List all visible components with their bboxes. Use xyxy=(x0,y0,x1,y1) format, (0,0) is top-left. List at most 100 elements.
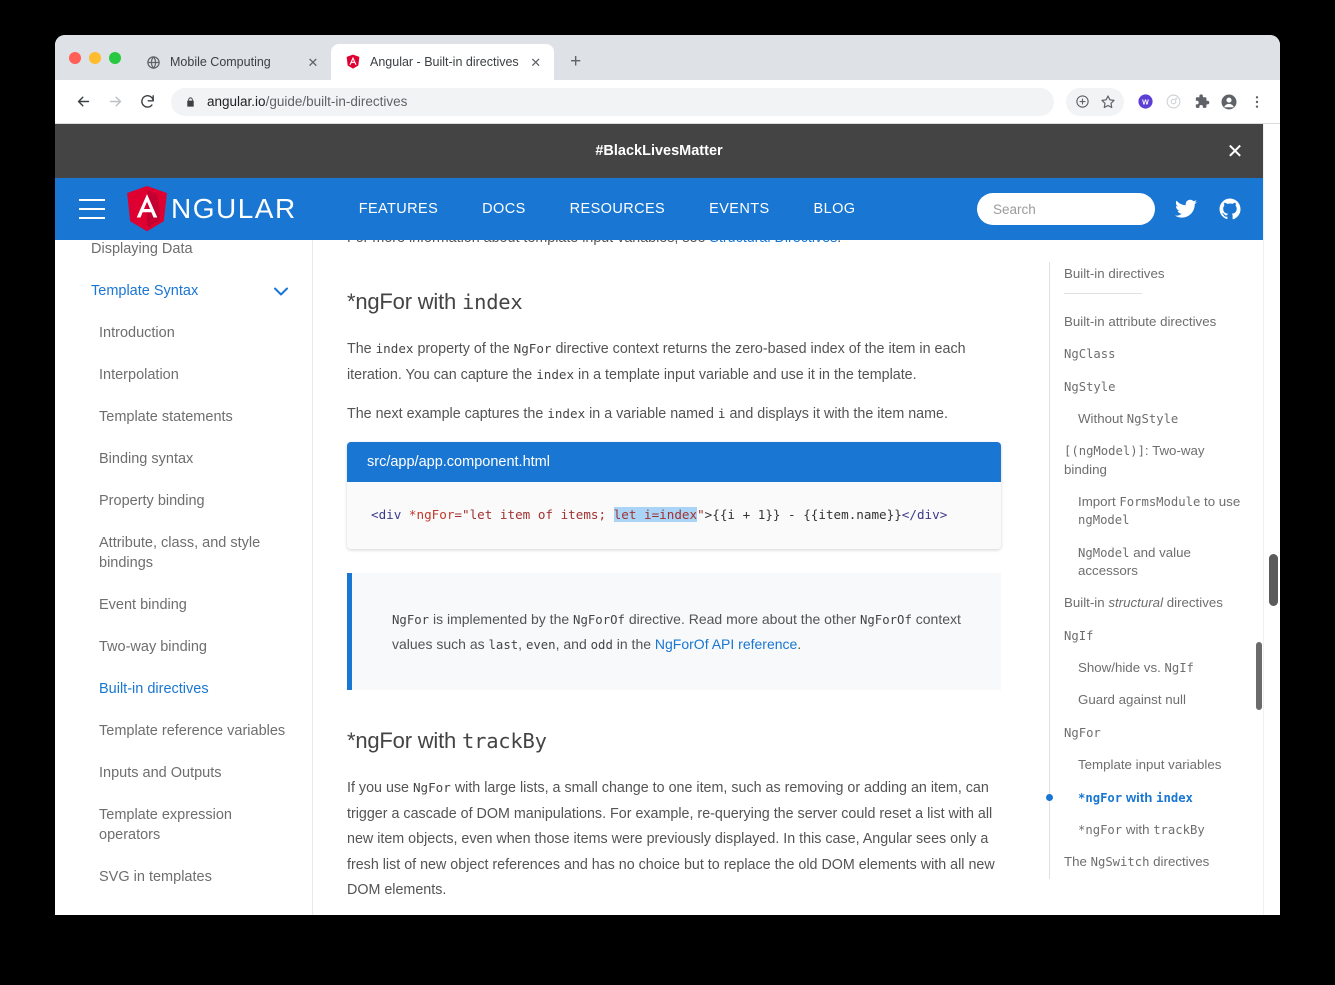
minimize-window-button[interactable] xyxy=(89,51,101,64)
table-of-contents[interactable]: Built-in directives Built-in attribute d… xyxy=(1035,240,1263,915)
nav-item-docs[interactable]: DOCS xyxy=(460,201,548,217)
sidebar-item-built-in-directives[interactable]: Built-in directives xyxy=(55,668,312,710)
inline-code: NgForOf xyxy=(573,612,625,627)
code-token: " xyxy=(697,506,705,522)
w-extension-icon[interactable]: W xyxy=(1132,89,1158,115)
maximize-window-button[interactable] xyxy=(109,51,121,64)
page-scrollbar-thumb[interactable] xyxy=(1269,554,1278,606)
inline-code: odd xyxy=(590,637,613,652)
toc-item-template-input-variables[interactable]: Template input variables xyxy=(1064,749,1251,781)
code-file-title: src/app/app.component.html xyxy=(347,441,1001,482)
text-fragment: is implemented by the xyxy=(429,610,574,627)
sidebar-item-inputs-and-outputs[interactable]: Inputs and Outputs xyxy=(55,752,312,794)
page-scrollbar[interactable] xyxy=(1263,124,1280,915)
copy-icon[interactable] xyxy=(963,494,989,520)
nav-item-resources[interactable]: RESOURCES xyxy=(548,201,687,217)
heading-prefix: *ngFor with xyxy=(347,289,462,315)
toc-item-import-formsmodule[interactable]: Import FormsModule to use ngModel xyxy=(1064,486,1251,537)
address-bar[interactable]: angular.io/guide/built-in-directives xyxy=(171,87,1054,116)
site-header: NGULAR FEATURES DOCS RESOURCES EVENTS BL… xyxy=(55,178,1263,240)
bookmark-star-icon[interactable] xyxy=(1095,89,1121,115)
code-content[interactable]: <div *ngFor="let item of items; let i=in… xyxy=(347,481,1001,549)
forward-button[interactable] xyxy=(101,88,129,116)
primary-nav: FEATURES DOCS RESOURCES EVENTS BLOG xyxy=(337,201,878,217)
banner-text: #BlackLivesMatter xyxy=(595,143,723,159)
url-path: /guide/built-in-directives xyxy=(265,94,408,109)
github-icon[interactable] xyxy=(1217,196,1243,222)
browser-tab-angular-docs[interactable]: Angular - Built-in directives ✕ xyxy=(331,44,554,80)
toc-item-show-hide-vs-ngif[interactable]: Show/hide vs. NgIf xyxy=(1064,652,1251,684)
sidebar-item-introduction[interactable]: Introduction xyxy=(55,312,312,354)
toc-item-ngfor-with-trackby[interactable]: *ngFor with trackBy xyxy=(1064,814,1251,846)
twitter-icon[interactable] xyxy=(1173,196,1199,222)
toc-item-ngif[interactable]: NgIf xyxy=(1064,620,1251,652)
clipped-paragraph: For more information about template inpu… xyxy=(347,240,1001,251)
sidebar-item-interpolation[interactable]: Interpolation xyxy=(55,354,312,396)
search-input[interactable] xyxy=(977,193,1155,225)
close-window-button[interactable] xyxy=(69,51,81,64)
page-viewport: #BlackLivesMatter ✕ NGULAR FEATURES DOCS… xyxy=(55,124,1280,915)
sidebar-item-two-way-binding[interactable]: Two-way binding xyxy=(55,626,312,668)
browser-tab-mobile-computing[interactable]: Mobile Computing ✕ xyxy=(131,44,331,80)
inline-code: NgFor xyxy=(412,780,451,796)
sidebar-item-template-statements[interactable]: Template statements xyxy=(55,396,312,438)
sidebar-item-label: Displaying Data xyxy=(91,241,193,257)
text-fragment: directive. Read more about the other xyxy=(624,610,860,627)
sidebar-item-property-binding[interactable]: Property binding xyxy=(55,480,312,522)
close-icon[interactable]: ✕ xyxy=(305,54,321,70)
sidebar-item-template-expression-operators[interactable]: Template expression operators xyxy=(55,794,312,856)
sidebar-item-template-reference-variables[interactable]: Template reference variables xyxy=(55,710,312,752)
inline-code: NgForOf xyxy=(859,612,912,627)
puzzle-extensions-icon[interactable] xyxy=(1188,89,1214,115)
new-tab-button[interactable]: + xyxy=(562,48,590,76)
text-fragment: in the xyxy=(612,635,655,652)
toc-item-ngmodel-value-accessors[interactable]: NgModel and value accessors xyxy=(1064,537,1251,588)
chevron-down-icon xyxy=(274,287,288,296)
profile-avatar-icon[interactable] xyxy=(1216,89,1242,115)
sidebar-group-template-syntax[interactable]: Template Syntax xyxy=(55,270,312,312)
three-dot-menu-icon[interactable] xyxy=(1244,89,1270,115)
nav-item-events[interactable]: EVENTS xyxy=(687,201,791,217)
sidebar-scroll-region: Displaying Data Template Syntax Introduc… xyxy=(55,240,312,898)
nav-item-features[interactable]: FEATURES xyxy=(337,201,460,217)
toc-item-ngmodel-two-way-binding[interactable]: [(ngModel)]: Two-way binding xyxy=(1064,435,1251,486)
back-button[interactable] xyxy=(69,88,97,116)
add-circle-icon[interactable] xyxy=(1069,89,1095,115)
main-content: For more information about template inpu… xyxy=(313,240,1035,915)
reload-button[interactable] xyxy=(133,88,161,116)
sidebar-nav[interactable]: Displaying Data Template Syntax Introduc… xyxy=(55,240,313,915)
heading-code: trackBy xyxy=(461,729,547,754)
toc-item-ngstyle[interactable]: NgStyle xyxy=(1064,371,1251,403)
toc-scrollbar-thumb[interactable] xyxy=(1256,642,1262,710)
close-icon[interactable]: ✕ xyxy=(1221,137,1249,165)
toc-item-guard-against-null[interactable]: Guard against null xyxy=(1064,684,1251,716)
sidebar-item-displaying-data[interactable]: Displaying Data xyxy=(55,240,312,270)
angular-logo[interactable]: NGULAR xyxy=(125,185,297,233)
close-icon[interactable]: ✕ xyxy=(528,54,544,70)
toc-item-built-in-attribute-directives[interactable]: Built-in attribute directives xyxy=(1064,306,1251,338)
sidebar-item-event-binding[interactable]: Event binding xyxy=(55,584,312,626)
inline-code: even xyxy=(525,637,556,652)
sidebar-item-svg-in-templates[interactable]: SVG in templates xyxy=(55,856,312,898)
toc-item-the-ngswitch-directives[interactable]: The NgSwitch directives xyxy=(1064,846,1251,878)
toc-item-ngfor-with-index[interactable]: *ngFor with index xyxy=(1046,782,1251,814)
toc-scrollbar[interactable] xyxy=(1256,240,1262,879)
toc-item-without-ngstyle[interactable]: Without NgStyle xyxy=(1064,403,1251,435)
toc-heading: Built-in directives xyxy=(1064,266,1165,281)
ngforof-api-reference-link[interactable]: NgForOf API reference xyxy=(655,636,797,652)
active-marker-dot xyxy=(1046,793,1053,801)
code-token: ="let item of items; xyxy=(454,506,614,522)
toc-item-built-in-structural-directives[interactable]: Built-in structural directives xyxy=(1064,587,1251,619)
heading-prefix: *ngFor with xyxy=(347,728,462,754)
hamburger-menu-icon[interactable] xyxy=(79,199,105,219)
target-extension-icon[interactable] xyxy=(1160,89,1186,115)
code-token: *ngFor xyxy=(408,506,455,522)
toc-item-ngfor[interactable]: NgFor xyxy=(1064,717,1251,749)
toc-item-ngclass[interactable]: NgClass xyxy=(1064,338,1251,370)
nav-item-blog[interactable]: BLOG xyxy=(792,201,878,217)
toc-list: Built-in directives Built-in attribute d… xyxy=(1046,262,1251,879)
sidebar-item-binding-syntax[interactable]: Binding syntax xyxy=(55,438,312,480)
structural-directives-link[interactable]: Structural Directives xyxy=(709,240,837,246)
sidebar-item-attribute-class-style-bindings[interactable]: Attribute, class, and style bindings xyxy=(55,522,312,584)
omnibox-action-pill xyxy=(1066,87,1124,116)
